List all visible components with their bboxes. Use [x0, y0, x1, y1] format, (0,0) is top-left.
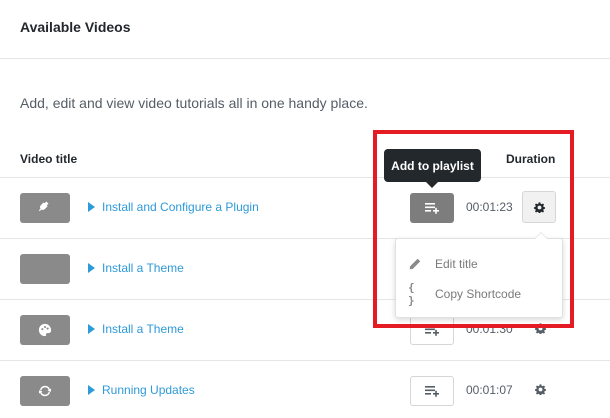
menu-item-copy-shortcode[interactable]: { } Copy Shortcode [408, 281, 522, 307]
playlist-add-icon [425, 386, 439, 397]
settings-button[interactable] [522, 191, 556, 223]
menu-item-label: Edit title [435, 257, 478, 271]
pencil-icon [408, 257, 422, 271]
video-duration: 00:01:30 [466, 322, 513, 336]
video-thumbnail[interactable] [20, 254, 70, 284]
panel-title: Available Videos [20, 19, 131, 35]
add-to-playlist-button[interactable] [410, 376, 454, 406]
palette-icon [38, 323, 52, 337]
menu-item-label: Copy Shortcode [435, 287, 522, 301]
table-row: Running Updates 00:01:07 [0, 360, 610, 418]
settings-button[interactable] [532, 381, 548, 397]
add-to-playlist-tooltip: Add to playlist [384, 149, 481, 188]
gear-icon [534, 322, 546, 334]
play-icon[interactable] [88, 324, 95, 334]
video-thumbnail[interactable] [20, 376, 70, 406]
playlist-add-icon [425, 203, 439, 214]
add-to-playlist-button[interactable] [410, 315, 454, 345]
column-header-duration: Duration [506, 152, 556, 166]
menu-item-edit-title[interactable]: Edit title [408, 255, 478, 273]
intro-text: Add, edit and view video tutorials all i… [20, 95, 368, 111]
video-thumbnail[interactable] [20, 193, 70, 223]
playlist-add-icon [425, 325, 439, 336]
table-row: Install and Configure a Plugin 00:01:23 [0, 177, 610, 238]
refresh-icon [38, 385, 52, 397]
video-title-link[interactable]: Install a Theme [102, 322, 184, 336]
add-to-playlist-button[interactable] [410, 193, 454, 223]
video-duration: 00:01:23 [466, 200, 513, 214]
plug-icon [38, 201, 49, 212]
video-title-link[interactable]: Running Updates [102, 383, 195, 397]
video-thumbnail[interactable] [20, 315, 70, 345]
video-duration: 00:01:07 [466, 383, 513, 397]
play-icon[interactable] [88, 263, 95, 273]
gear-icon [534, 383, 546, 395]
gear-icon [533, 201, 545, 213]
column-header-title: Video title [20, 152, 78, 166]
settings-button[interactable] [532, 320, 548, 336]
panel-header: Available Videos [0, 0, 610, 59]
play-icon[interactable] [88, 202, 95, 212]
code-braces-icon: { } [408, 281, 415, 307]
video-title-link[interactable]: Install and Configure a Plugin [102, 200, 259, 214]
video-title-link[interactable]: Install a Theme [102, 261, 184, 275]
play-icon[interactable] [88, 385, 95, 395]
video-options-dropdown: Edit title { } Copy Shortcode [395, 232, 563, 318]
